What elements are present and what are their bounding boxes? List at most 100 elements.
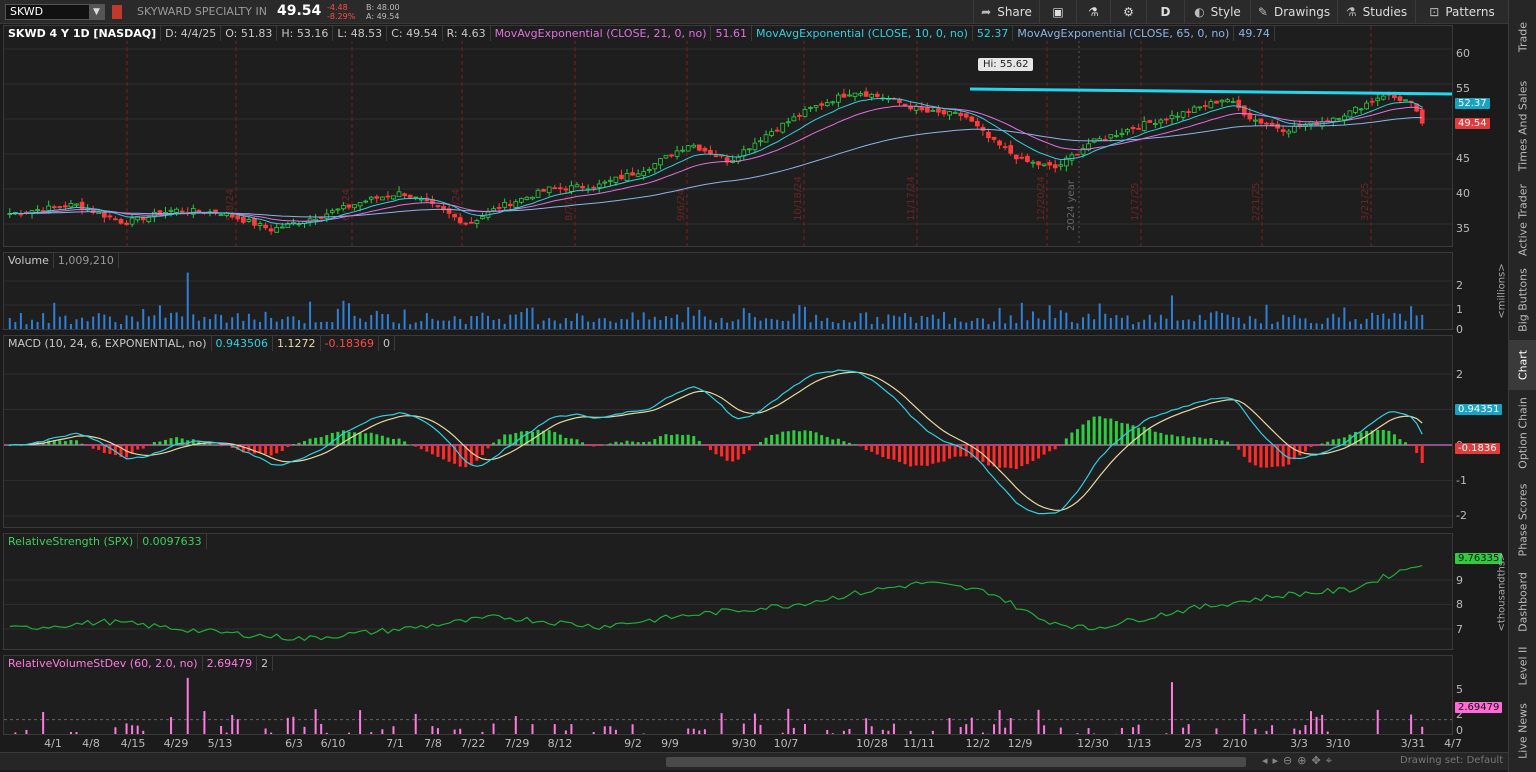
scroll-thumb[interactable]	[666, 757, 1246, 767]
rvs-axis[interactable]: 5 2 0 2.69479	[1453, 655, 1508, 737]
macd-axis[interactable]: 2 1 0 -1 -2 0.94351 -0.1836	[1453, 335, 1508, 528]
volume-bar	[498, 318, 501, 329]
drawing-set-status[interactable]: Drawing set: Default	[1400, 755, 1503, 766]
tab-live-news[interactable]: Live News	[1509, 692, 1536, 770]
rs-pane[interactable]	[3, 533, 1453, 650]
studies-button[interactable]: ⚗ Studies	[1337, 0, 1415, 24]
aggregation-button[interactable]: D	[1146, 0, 1184, 24]
volume-bar	[1404, 320, 1407, 329]
scroll-left-icon[interactable]: ◂▸	[1262, 754, 1283, 767]
rs-chart[interactable]	[4, 534, 1453, 650]
tab-chart[interactable]: Chart	[1509, 340, 1536, 390]
volume-bar	[403, 309, 406, 329]
patterns-button[interactable]: ⊡ Patterns	[1415, 0, 1508, 24]
date-tick: 9/30	[731, 737, 757, 750]
tab-dashboard[interactable]: Dashboard	[1509, 564, 1536, 640]
candle-body	[257, 223, 263, 226]
volume-bar	[53, 302, 56, 329]
macd-histogram-bar	[692, 436, 696, 445]
ema65-label[interactable]: MovAvgExponential (CLOSE, 65, 0, no)	[1013, 26, 1235, 41]
macd-histogram-bar	[97, 445, 101, 450]
volume-bar	[1087, 313, 1090, 329]
rvs-bar	[481, 731, 484, 734]
candle-body	[96, 211, 102, 215]
volume-bar	[876, 316, 879, 329]
macd-histogram-bar	[1203, 438, 1207, 445]
macd-histogram-bar	[1270, 445, 1274, 467]
price-axis[interactable]: 60 55 50 45 40 35 52.37 49.54	[1453, 25, 1508, 247]
volume-bar	[220, 314, 223, 329]
candle-body	[780, 122, 786, 133]
style-button[interactable]: ◐ Style	[1184, 0, 1250, 24]
macd-histogram-bar	[280, 445, 284, 451]
macd-histogram-bar	[508, 434, 512, 445]
drawing-set-icon[interactable]: ⌖	[1326, 754, 1337, 767]
macd-histogram-bar	[686, 434, 690, 445]
tab-active-trader[interactable]: Active Trader	[1509, 180, 1536, 260]
ema10-label[interactable]: MovAvgExponential (CLOSE, 10, 0, no)	[751, 26, 973, 41]
volume-bar	[731, 321, 734, 329]
zoom-out-icon[interactable]: ⊖	[1283, 754, 1297, 767]
macd-label[interactable]: MACD (10, 24, 6, EXPONENTIAL, no)	[4, 336, 212, 351]
tab-trade[interactable]: Trade	[1509, 2, 1536, 72]
rvs-bar	[270, 732, 273, 734]
rvs-bar	[292, 716, 295, 734]
volume-label[interactable]: Volume	[4, 253, 54, 268]
tab-times-and-sales[interactable]: Times And Sales	[1509, 72, 1536, 180]
symbol-flag-icon[interactable]	[112, 5, 122, 19]
macd-histogram-bar	[1025, 445, 1029, 465]
macd-histogram-bar	[753, 445, 757, 446]
macd-histogram-bar	[386, 437, 390, 445]
date-axis[interactable]: 4/1 4/8 4/15 4/29 5/13 6/3 6/10 7/1 7/8 7/22 7/29 8…	[3, 735, 1462, 751]
rs-label[interactable]: RelativeStrength (SPX)	[4, 534, 139, 549]
drawings-button[interactable]: ✎ Drawings	[1250, 0, 1337, 24]
volume-chart[interactable]	[4, 253, 1453, 330]
rvs-bar	[1087, 728, 1090, 734]
volume-bar	[69, 324, 72, 329]
rvs-bar	[125, 723, 128, 734]
volume-bar	[1398, 313, 1401, 329]
crosshair-icon[interactable]: ✥	[1311, 754, 1325, 767]
macd-pane[interactable]	[3, 335, 1453, 528]
share-button[interactable]: ➦ Share	[973, 0, 1039, 24]
macd-chart[interactable]	[4, 336, 1453, 528]
macd-histogram-bar	[1376, 429, 1380, 445]
price-pane[interactable]: 5/8/24 6/7/24 7/8/24 8/7/24 9/6/24 10/18/24 11…	[3, 25, 1453, 247]
rvs-bar	[231, 714, 234, 734]
volume-bar	[1321, 323, 1324, 329]
macd-histogram-bar	[497, 439, 501, 445]
volume-bar	[1393, 312, 1396, 329]
rvs-label[interactable]: RelativeVolumeStDev (60, 2.0, no)	[4, 656, 203, 671]
macd-histogram-bar	[314, 437, 318, 445]
rvs-bar	[142, 730, 145, 734]
studies-icon: ⚗	[1345, 5, 1357, 19]
symbol-dropdown-icon[interactable]: ▼	[89, 5, 104, 19]
candle-body	[1136, 127, 1141, 130]
volume-bar	[848, 322, 851, 329]
horizontal-scrollbar[interactable]: ◂▸⊖⊕✥⌖ Drawing set: Default	[0, 752, 1508, 770]
date-tick: 2/3	[1184, 737, 1202, 750]
macd-histogram-bar	[430, 445, 434, 455]
ema21-label[interactable]: MovAvgExponential (CLOSE, 21, 0, no)	[490, 26, 712, 41]
macd-histogram-bar	[986, 445, 990, 466]
candle-body	[669, 154, 674, 157]
macd-histogram-bar	[425, 445, 429, 452]
candle-body	[1191, 106, 1197, 113]
zoom-in-icon[interactable]: ⊕	[1297, 754, 1311, 767]
macd-histogram-bar	[781, 431, 785, 445]
volume-bar	[81, 317, 84, 329]
tab-phase-scores[interactable]: Phase Scores	[1509, 476, 1536, 564]
price-chart[interactable]: 5/8/24 6/7/24 7/8/24 8/7/24 9/6/24 10/18/24 11…	[4, 26, 1453, 247]
tab-option-chain[interactable]: Option Chain	[1509, 390, 1536, 476]
candle-body	[1175, 115, 1180, 118]
volume-bar	[481, 312, 484, 329]
screenshot-button[interactable]: ▣	[1039, 0, 1076, 24]
candle-body	[1069, 154, 1075, 161]
settings-button[interactable]: ⚙	[1110, 0, 1146, 24]
tab-big-buttons[interactable]: Big Buttons	[1509, 260, 1536, 340]
zoom-controls[interactable]: ◂▸⊖⊕✥⌖	[1262, 754, 1337, 768]
ohlc-low: L: 48.53	[333, 26, 388, 41]
tab-level-ii[interactable]: Level II	[1509, 640, 1536, 692]
volume-pane[interactable]	[3, 252, 1453, 330]
flask-button[interactable]: ⚗	[1076, 0, 1110, 24]
